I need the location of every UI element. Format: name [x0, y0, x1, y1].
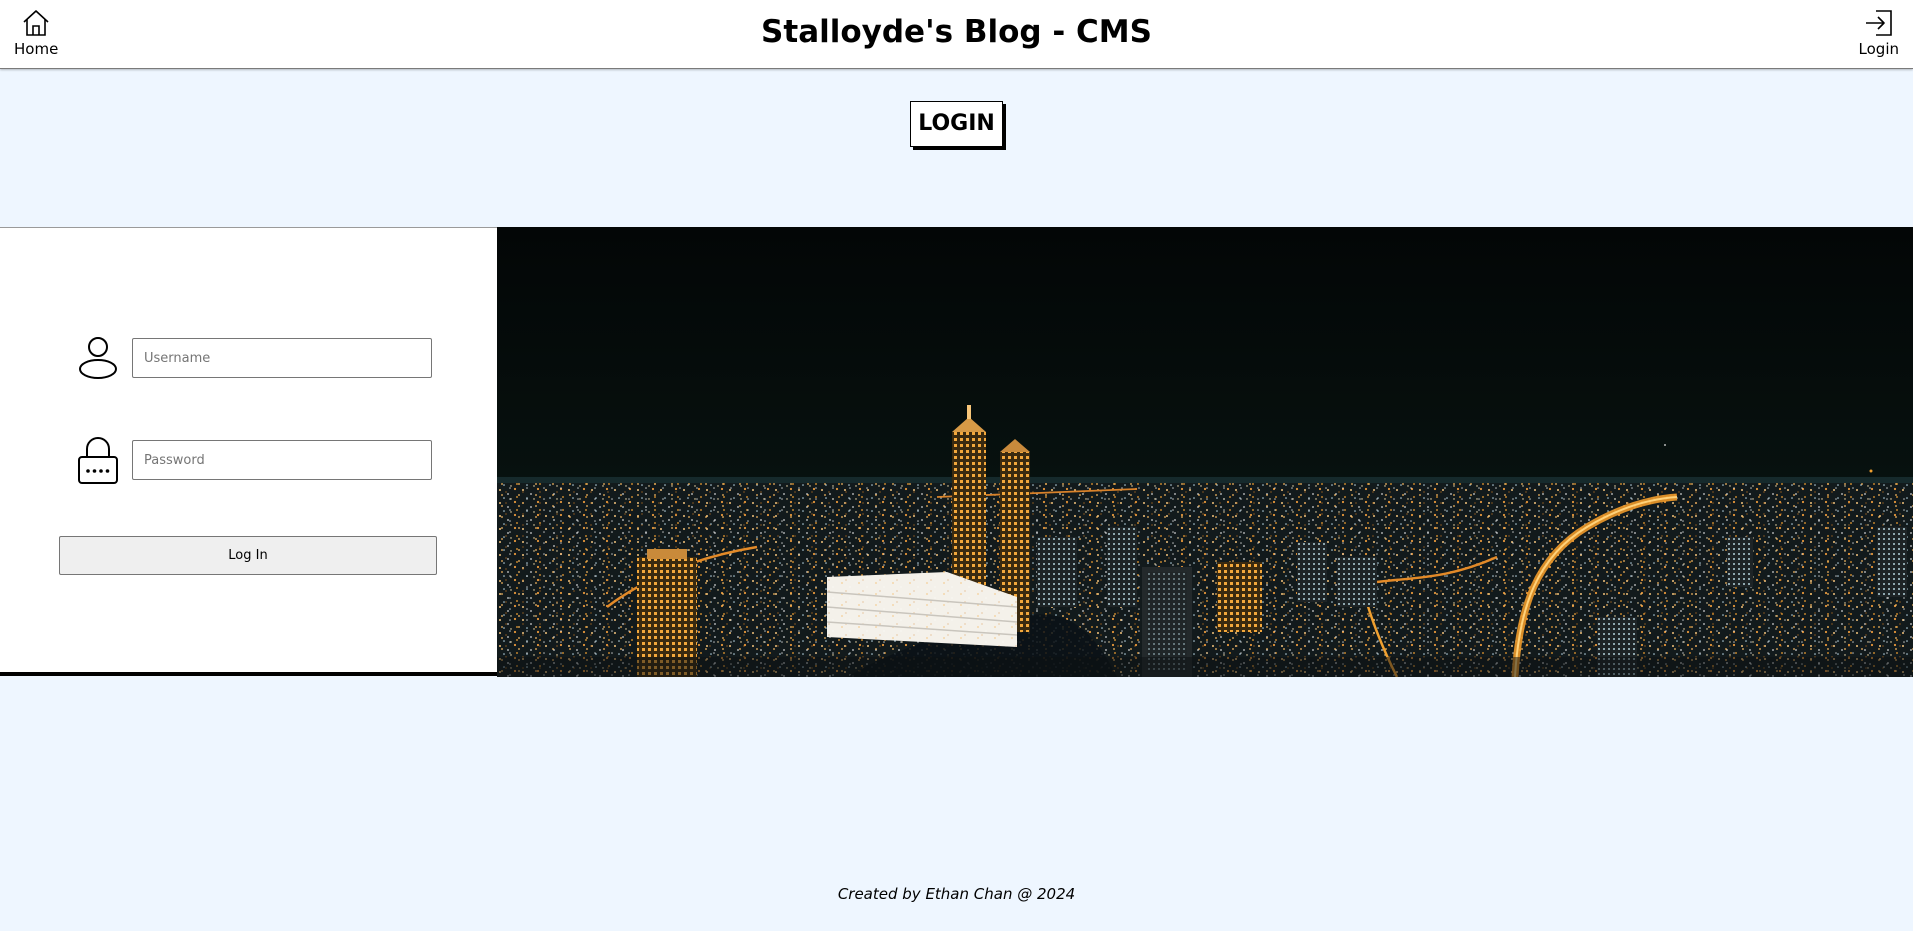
user-icon: [74, 334, 122, 382]
sign-in-icon: [1865, 10, 1892, 36]
lock-icon: [74, 436, 122, 484]
footer-credit: Created by Ethan Chan @ 2024: [837, 885, 1076, 903]
password-input[interactable]: [132, 440, 432, 480]
page-heading-container: LOGIN: [0, 101, 1913, 147]
site-title: Stalloyde's Blog - CMS: [761, 14, 1152, 50]
page-heading: LOGIN: [910, 101, 1003, 147]
log-in-button[interactable]: Log In: [59, 536, 437, 575]
username-input[interactable]: [132, 338, 432, 378]
top-header: Home Stalloyde's Blog - CMS Login: [0, 0, 1913, 69]
login-panel: Log In: [0, 227, 497, 676]
login-label: Login: [1858, 40, 1899, 58]
login-nav-link[interactable]: Login: [1859, 8, 1899, 58]
password-row: [74, 436, 432, 484]
hero-city-image: [497, 227, 1913, 677]
username-row: [74, 334, 432, 382]
